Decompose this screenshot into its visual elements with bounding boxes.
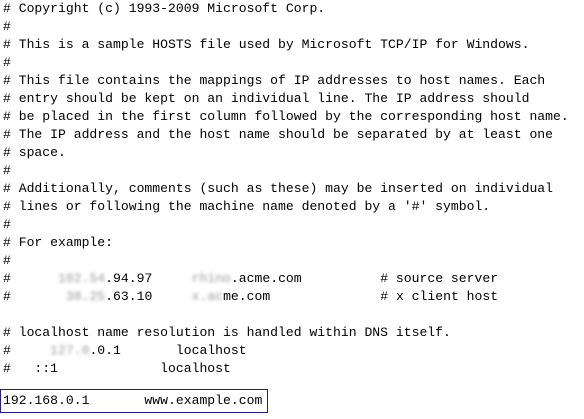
comment-line-entry: # entry should be kept on an individual … xyxy=(3,91,530,106)
example-prefix: # xyxy=(3,289,66,304)
example-prefix: # xyxy=(3,271,59,286)
comment-line: # xyxy=(3,253,11,268)
comment-line-symbol: # lines or following the machine name de… xyxy=(3,199,491,214)
localhost-ip-suffix: .0.1 xyxy=(89,343,121,358)
localhost-ipv6-line: # ::1 localhost xyxy=(3,361,231,376)
comment-line: # xyxy=(3,163,11,178)
redacted-ip-part: 38.25 xyxy=(65,289,106,304)
example-comment: # source server xyxy=(301,271,499,286)
example-host-suffix: .acme.com xyxy=(230,271,302,286)
example-ip-suffix: .94.97 xyxy=(105,271,153,286)
comment-line-separation: # The IP address and the host name shoul… xyxy=(3,127,554,142)
comment-line-for-example: # For example: xyxy=(3,235,114,250)
comment-line-first-column: # be placed in the first column followed… xyxy=(3,109,569,124)
redacted-host-part: rhino xyxy=(191,271,231,286)
new-host-entry-line[interactable]: 192.168.0.1 www.example.com xyxy=(3,392,262,410)
comment-line-copyright: # Copyright (c) 1993-2009 Microsoft Corp… xyxy=(3,1,326,16)
localhost-prefix: # xyxy=(3,343,51,358)
comment-line: # xyxy=(3,19,11,34)
example-gap xyxy=(152,289,191,304)
comment-line-sample-description: # This is a sample HOSTS file used by Mi… xyxy=(3,37,530,52)
comment-line: # xyxy=(3,55,11,70)
comment-line-additionally: # Additionally, comments (such as these)… xyxy=(3,181,554,196)
example-comment: # x client host xyxy=(270,289,499,304)
localhost-name: localhost xyxy=(120,343,247,358)
example-line-source-server: # 102.54.94.97 rhino.acme.com # source s… xyxy=(3,270,498,288)
redacted-host-part: x.ac xyxy=(191,289,224,304)
hosts-file-editor[interactable]: # Copyright (c) 1993-2009 Microsoft Corp… xyxy=(0,0,584,419)
redacted-ip-part: 102.54 xyxy=(58,271,106,286)
comment-line-localhost-resolution: # localhost name resolution is handled w… xyxy=(3,325,451,340)
example-gap xyxy=(152,271,191,286)
localhost-ipv4-line: # 127.0.0.1 localhost xyxy=(3,342,247,360)
example-host-suffix: me.com xyxy=(223,289,271,304)
example-line-client-host: # 38.25.63.10 x.acme.com # x client host xyxy=(3,288,498,306)
comment-line-space: # space. xyxy=(3,145,66,160)
redacted-ip-part: 127.0 xyxy=(50,343,90,358)
comment-line-mappings: # This file contains the mappings of IP … xyxy=(3,73,546,88)
comment-line: # xyxy=(3,217,11,232)
example-ip-suffix: .63.10 xyxy=(105,289,153,304)
